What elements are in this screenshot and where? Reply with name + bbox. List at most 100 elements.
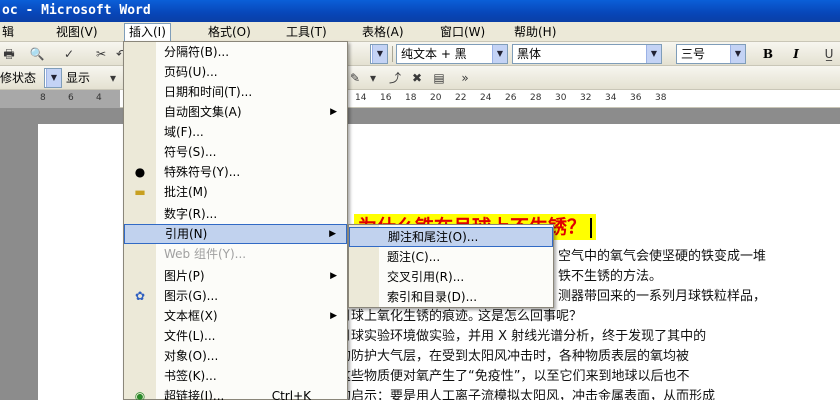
menu-item-special-symbol[interactable]: ● 特殊符号(Y)... — [124, 162, 347, 182]
ruler-number: 18 — [405, 93, 417, 103]
menu-item-bookmark[interactable]: 书签(K)... — [124, 366, 347, 386]
ruler-number: 4 — [96, 93, 102, 103]
font-size-value: 三号 — [681, 47, 706, 61]
print-preview-icon[interactable]: 🔍 — [28, 45, 46, 63]
reference-submenu: 脚注和尾注(O)... 题注(C)... 交叉引用(R)... 索引和目录(D)… — [348, 224, 554, 308]
menu-item-label: 数字(R)... — [164, 207, 218, 221]
menu-item-label: 自动图文集(A) — [164, 105, 242, 119]
dropdown-arrow-icon: ▼ — [372, 45, 387, 63]
menu-help[interactable]: 帮助(H) — [510, 23, 560, 41]
menu-item-break[interactable]: 分隔符(B)... — [124, 42, 347, 62]
menu-edit[interactable]: 辑 — [0, 23, 18, 41]
dropdown-arrow-icon[interactable]: ▾ — [364, 69, 382, 87]
menu-item-label: 日期和时间(T)... — [164, 85, 253, 99]
menu-item-label: 交叉引用(R)... — [387, 270, 465, 284]
italic-button[interactable]: I — [786, 45, 806, 63]
menu-tools[interactable]: 工具(T) — [282, 23, 331, 41]
menu-item-hyperlink[interactable]: ◉ 超链接(I)... Ctrl+K — [124, 386, 347, 400]
comment-icon: ▬ — [134, 185, 146, 199]
insert-menu: 分隔符(B)... 页码(U)... 日期和时间(T)... 自动图文集(A) ▶… — [123, 41, 348, 400]
menu-item-field[interactable]: 域(F)... — [124, 122, 347, 142]
menu-item-diagram[interactable]: ✿ 图示(G)... — [124, 286, 347, 306]
menu-item-page-numbers[interactable]: 页码(U)... — [124, 62, 347, 82]
menu-format[interactable]: 格式(O) — [204, 23, 255, 41]
submenu-item-caption[interactable]: 题注(C)... — [349, 247, 553, 267]
style-combo-value: 纯文本 + 黑 — [401, 47, 467, 61]
paragraph-line: 的启示：要是用人工离子流模拟太阳风，冲击金属表面，从而形成 — [338, 389, 716, 400]
title-bar: oc - Microsoft Word — [0, 0, 840, 22]
paragraph-line: 空气中的氧气会使坚硬的铁变成一堆 — [558, 249, 767, 264]
accept-change-icon[interactable]: ⤴ — [386, 69, 404, 87]
menu-view[interactable]: 视图(V) — [52, 23, 102, 41]
menu-item-label: 索引和目录(D)... — [387, 290, 478, 304]
menu-item-date-time[interactable]: 日期和时间(T)... — [124, 82, 347, 102]
menu-item-label: 题注(C)... — [387, 250, 441, 264]
submenu-item-footnote[interactable]: 脚注和尾注(O)... — [349, 227, 553, 247]
cut-icon[interactable]: ✂ — [92, 45, 110, 63]
paragraph-line: 月球实验环境做实验，并用 X 射线光谱分析，终于发现了其中的 — [338, 329, 707, 344]
ruler-number: 6 — [68, 93, 74, 103]
menu-item-number[interactable]: 数字(R)... — [124, 204, 347, 224]
toolbar-options-icon[interactable]: » — [456, 69, 474, 87]
menu-window[interactable]: 窗口(W) — [436, 23, 489, 41]
paragraph-line: 铁不生锈的方法。 — [558, 269, 663, 284]
ruler-number: 30 — [555, 93, 567, 103]
toolbar-separator — [392, 46, 393, 62]
submenu-item-index-toc[interactable]: 索引和目录(D)... — [349, 287, 553, 307]
submenu-arrow-icon: ▶ — [330, 311, 337, 321]
menu-item-label: 图片(P) — [164, 269, 205, 283]
dropdown-arrow-icon: ▼ — [46, 69, 61, 87]
menu-item-label: 符号(S)... — [164, 145, 217, 159]
submenu-arrow-icon: ▶ — [329, 229, 336, 239]
window-title: oc - Microsoft Word — [2, 3, 151, 18]
menu-item-picture[interactable]: 图片(P) ▶ — [124, 266, 347, 286]
diagram-icon: ✿ — [134, 289, 146, 303]
style-combo[interactable]: 纯文本 + 黑 ▼ — [396, 44, 508, 64]
paragraph-line: 的防护大气层，在受到太阳风冲击时，各种物质表层的氧均被 — [338, 349, 690, 364]
menu-item-autotext[interactable]: 自动图文集(A) ▶ — [124, 102, 347, 122]
font-combo-value: 黑体 — [517, 47, 542, 61]
menu-item-web-component[interactable]: Web 组件(Y)... — [124, 244, 347, 264]
ruler-number: 14 — [355, 93, 367, 103]
menu-item-textbox[interactable]: 文本框(X) ▶ — [124, 306, 347, 326]
reviewing-pane-icon[interactable]: ▤ — [430, 69, 448, 87]
show-button[interactable]: 显示 — [66, 68, 90, 88]
ruler-number: 24 — [480, 93, 492, 103]
zoom-combo[interactable]: ▼ — [370, 44, 388, 64]
font-combo[interactable]: 黑体 ▼ — [512, 44, 662, 64]
font-size-combo[interactable]: 三号 ▼ — [676, 44, 746, 64]
spelling-icon[interactable]: ✓ — [60, 45, 78, 63]
bold-button[interactable]: B — [758, 45, 778, 63]
menu-item-label: 超链接(I)... — [164, 389, 225, 400]
print-icon[interactable]: 🖶 — [0, 45, 18, 63]
menu-item-comment[interactable]: ▬ 批注(M) — [124, 182, 347, 202]
underline-icon[interactable]: U̲ — [820, 45, 838, 63]
text-cursor — [590, 217, 593, 238]
ruler-number: 34 — [605, 93, 617, 103]
menu-item-object[interactable]: 对象(O)... — [124, 346, 347, 366]
track-status-dropdown[interactable]: ▼ — [44, 68, 62, 88]
menu-item-label: 脚注和尾注(O)... — [388, 230, 479, 244]
menu-item-label: 特殊符号(Y)... — [164, 165, 241, 179]
ruler-number: 8 — [40, 93, 46, 103]
ruler-number: 32 — [580, 93, 592, 103]
menu-item-label: 图示(G)... — [164, 289, 219, 303]
dropdown-arrow-icon[interactable]: ▾ — [104, 69, 122, 87]
submenu-item-cross-reference[interactable]: 交叉引用(R)... — [349, 267, 553, 287]
menu-item-file[interactable]: 文件(L)... — [124, 326, 347, 346]
ruler-margin — [0, 90, 120, 108]
ruler-number: 20 — [430, 93, 442, 103]
ruler-number: 28 — [530, 93, 542, 103]
submenu-arrow-icon: ▶ — [330, 271, 337, 281]
menu-insert[interactable]: 插入(I) — [124, 23, 171, 42]
reject-change-icon[interactable]: ✖ — [408, 69, 426, 87]
menu-item-reference[interactable]: 引用(N) ▶ — [124, 224, 347, 244]
menu-item-symbol[interactable]: 符号(S)... — [124, 142, 347, 162]
highlight-icon[interactable]: ✎ — [346, 69, 364, 87]
hyperlink-icon: ◉ — [134, 389, 146, 400]
menu-item-label: 对象(O)... — [164, 349, 219, 363]
ruler-number: 36 — [630, 93, 642, 103]
menu-item-label: 文件(L)... — [164, 329, 216, 343]
shortcut-label: Ctrl+K — [271, 389, 311, 400]
menu-table[interactable]: 表格(A) — [358, 23, 408, 41]
